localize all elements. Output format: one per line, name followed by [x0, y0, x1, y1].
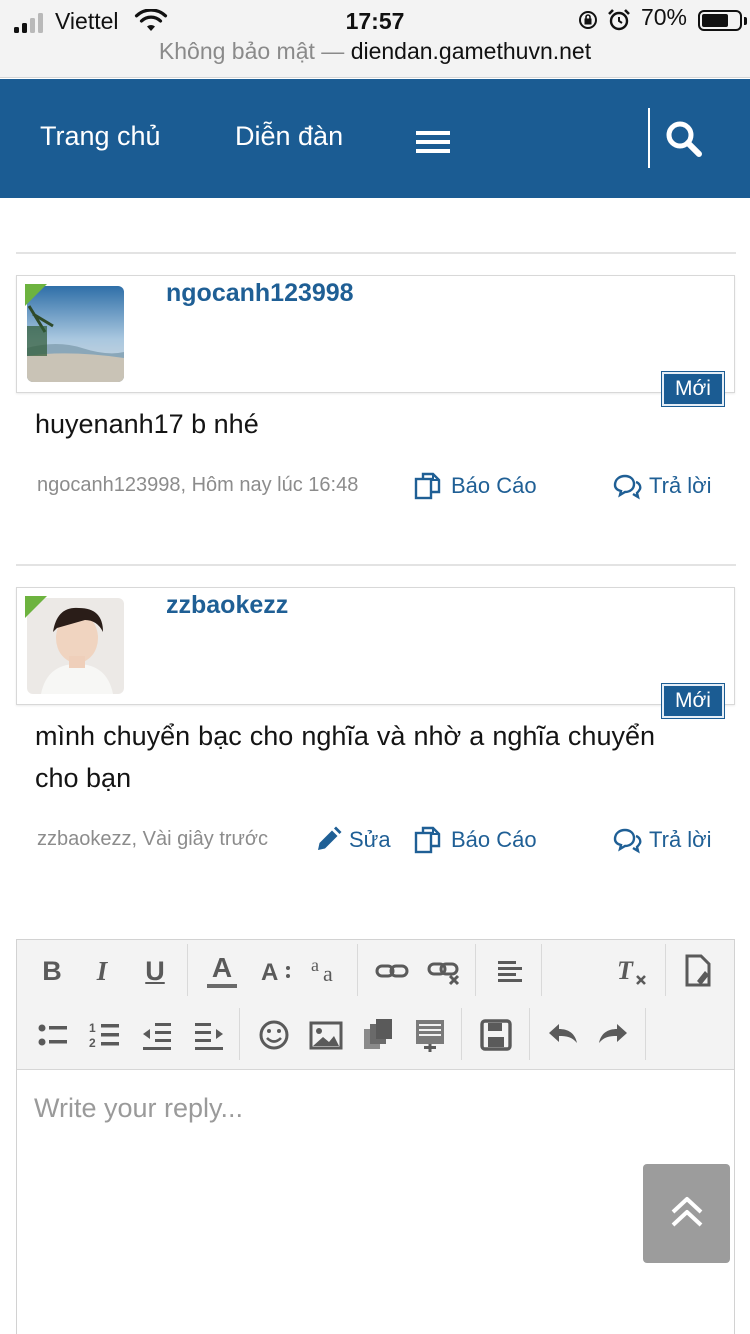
underline-button[interactable]: U	[135, 951, 175, 991]
report-icon	[414, 472, 441, 500]
bold-button[interactable]: B	[32, 951, 72, 991]
reply-icon	[613, 474, 642, 500]
quote-icon[interactable]	[410, 1015, 450, 1055]
font-color-button[interactable]: A	[202, 948, 242, 988]
nav-divider	[648, 108, 650, 168]
bullet-list-icon[interactable]	[33, 1015, 73, 1055]
svg-text:a: a	[323, 961, 333, 986]
url-host: diendan.gamethuvn.net	[350, 38, 592, 64]
reply-label: Trả lời	[649, 473, 712, 498]
post-body: huyenanh17 b nhé	[35, 409, 259, 439]
reply-editor: B I U A A a a T 1 2 Write your reply...	[16, 939, 735, 1334]
svg-text:T: T	[617, 956, 634, 985]
online-indicator	[25, 284, 47, 306]
status-bar: Viettel 17:57 70% Không bảo mật — dienda…	[0, 0, 750, 78]
outdent-icon[interactable]	[137, 1015, 177, 1055]
toolbar-separator	[645, 1008, 646, 1060]
redo-icon[interactable]	[593, 1015, 633, 1055]
reply-label: Trả lời	[649, 827, 712, 852]
post-author-card: zzbaokezz Mới	[16, 587, 735, 719]
media-icon[interactable]	[358, 1015, 398, 1055]
font-size-icon[interactable]: A	[257, 951, 297, 991]
image-icon[interactable]	[306, 1015, 346, 1055]
svg-text:2: 2	[89, 1036, 96, 1050]
battery-percentage: 70%	[640, 4, 687, 30]
smiley-icon[interactable]	[254, 1015, 294, 1055]
indent-icon[interactable]	[189, 1015, 229, 1055]
toolbar-separator	[475, 944, 476, 996]
alarm-icon	[608, 9, 630, 31]
menu-icon[interactable]	[416, 131, 450, 153]
align-icon[interactable]	[490, 951, 530, 991]
toolbar-separator	[529, 1008, 530, 1060]
post-divider	[16, 564, 736, 566]
scroll-to-top-button[interactable]	[643, 1164, 730, 1263]
unlink-icon[interactable]	[424, 951, 464, 991]
security-label: Không bảo mật —	[158, 38, 345, 64]
report-label: Báo Cáo	[451, 827, 537, 852]
clock: 17:57	[345, 8, 405, 34]
toolbar-separator	[541, 944, 542, 996]
online-indicator	[25, 596, 47, 618]
toolbar-separator	[357, 944, 358, 996]
undo-icon[interactable]	[543, 1015, 583, 1055]
new-badge: Mới	[661, 371, 725, 407]
report-button[interactable]: Báo Cáo	[413, 471, 553, 501]
site-navbar: Trang chủ Diễn đàn	[0, 79, 750, 198]
reply-icon	[613, 828, 642, 854]
report-icon	[414, 826, 441, 854]
edit-button[interactable]: Sửa	[313, 825, 398, 855]
post-meta[interactable]: ngocanh123998, Hôm nay lúc 16:48	[37, 474, 358, 497]
report-button[interactable]: Báo Cáo	[413, 825, 553, 855]
pencil-icon	[318, 826, 342, 850]
font-color-label: A	[211, 952, 233, 983]
post-meta[interactable]: zzbaokezz, Vài giây trước	[37, 828, 268, 851]
battery-icon	[698, 10, 747, 31]
new-badge: Mới	[661, 683, 725, 719]
reply-placeholder: Write your reply...	[34, 1093, 244, 1123]
font-color-swatch	[207, 984, 237, 988]
post-divider	[16, 252, 736, 254]
report-label: Báo Cáo	[451, 473, 537, 498]
svg-text:A: A	[261, 959, 278, 986]
save-draft-icon[interactable]	[476, 1015, 516, 1055]
post-author-card: ngocanh123998 Mới	[16, 275, 735, 407]
search-icon[interactable]	[664, 119, 704, 159]
nav-forums-link[interactable]: Diễn đàn	[235, 121, 343, 152]
toolbar-separator	[461, 1008, 462, 1060]
svg-text:a: a	[311, 955, 319, 975]
toolbar-separator	[665, 944, 666, 996]
toolbar-separator	[239, 1008, 240, 1060]
nav-home-link[interactable]: Trang chủ	[40, 121, 161, 152]
remove-format-icon[interactable]: T	[613, 951, 653, 991]
reply-button[interactable]: Trả lời	[611, 471, 731, 501]
post-username[interactable]: zzbaokezz	[166, 591, 288, 620]
toolbar-separator	[187, 944, 188, 996]
double-chevron-up-icon	[671, 1197, 703, 1227]
edit-label: Sửa	[349, 827, 391, 852]
svg-text:1: 1	[89, 1021, 96, 1035]
editor-toolbar: B I U A A a a T 1 2	[17, 940, 734, 1070]
numbered-list-icon[interactable]: 1 2	[85, 1015, 125, 1055]
post-body: mình chuyển bạc cho nghĩa và nhờ a nghĩa…	[35, 721, 655, 793]
url-bar[interactable]: Không bảo mật — diendan.gamethuvn.net	[0, 38, 750, 65]
source-code-icon[interactable]	[679, 951, 719, 991]
reply-textarea[interactable]: Write your reply...	[17, 1071, 734, 1334]
orientation-lock-icon	[579, 11, 597, 29]
reply-button[interactable]: Trả lời	[611, 825, 731, 855]
italic-button[interactable]: I	[82, 951, 122, 991]
link-icon[interactable]	[372, 951, 412, 991]
font-family-icon[interactable]: a a	[307, 951, 347, 991]
post-username[interactable]: ngocanh123998	[166, 279, 354, 308]
